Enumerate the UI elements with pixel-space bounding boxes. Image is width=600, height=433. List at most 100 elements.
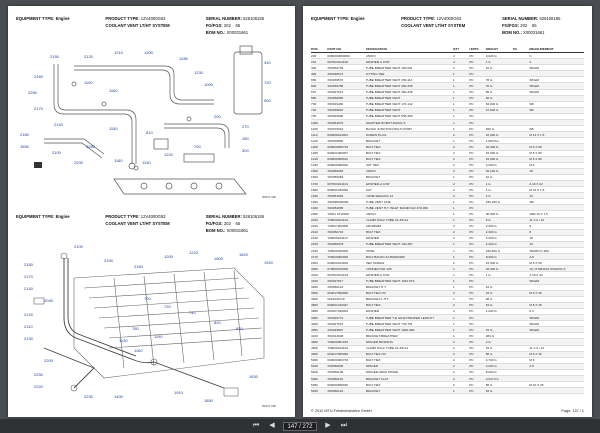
units-cell: PC bbox=[469, 248, 474, 253]
designation-cell: TUBE BREATHER VENT bbox=[365, 108, 401, 113]
weight-cell: 44 G bbox=[485, 285, 493, 290]
qty-cell: 2 bbox=[452, 236, 455, 241]
pos-cell: 2010 bbox=[311, 218, 318, 223]
callout-label: 2100 bbox=[52, 150, 62, 155]
units-cell: PC bbox=[469, 315, 474, 320]
units-cell: PC bbox=[469, 370, 474, 375]
designation-cell: BOLT HEX bbox=[365, 230, 381, 235]
system-name: COOLANT VENT LT/HT SYSTEM bbox=[105, 221, 170, 226]
units-cell: PC bbox=[469, 388, 474, 393]
qty-cell: 2 bbox=[452, 346, 455, 351]
pos-cell: 1500 bbox=[311, 169, 318, 174]
callout-label: 2200 bbox=[44, 358, 54, 363]
callout-label: 1100 bbox=[84, 80, 93, 85]
measurement-cell: M 6 X 80 bbox=[529, 144, 542, 149]
callout-label: 1800 bbox=[214, 256, 224, 261]
weight-cell: 54,000 G bbox=[485, 102, 499, 107]
callout-label: 1230 bbox=[194, 70, 204, 75]
column-header: MEASUREMENT bbox=[529, 47, 554, 51]
weight-cell: 54 G bbox=[485, 388, 493, 393]
pos-cell: 1100 bbox=[311, 126, 318, 131]
weight-cell: 16,000 G bbox=[485, 144, 499, 149]
measurement-cell: M 6 bbox=[529, 163, 535, 168]
callout-label: 1160 bbox=[134, 348, 143, 353]
next-page-icon[interactable]: ▶ bbox=[323, 421, 333, 431]
weight-cell: 2.300 G bbox=[485, 230, 497, 235]
callout-label: 810 bbox=[146, 130, 153, 135]
part-number-cell: X00029774 bbox=[327, 315, 344, 320]
diagram-svg-bottom: 2100 2150 2170 2140 2120 2110 2130 2040 … bbox=[24, 244, 277, 408]
measurement-cell: SB bbox=[529, 108, 534, 113]
measurement-cell: M 6 X 80 bbox=[529, 151, 542, 156]
callout-label: 900 bbox=[264, 98, 271, 103]
pos-cell: 1110 bbox=[311, 132, 318, 137]
designation-cell: SPACER bbox=[365, 364, 379, 369]
weight-cell: 15 G bbox=[485, 291, 493, 296]
weight-cell: 2,200 G bbox=[485, 163, 497, 168]
system-name: COOLANT VENT LT/HT SYSTEM bbox=[105, 23, 170, 28]
qty-cell: 2 bbox=[452, 144, 455, 149]
measurement-cell: SB EM bbox=[529, 90, 540, 95]
weight-cell: 284 G bbox=[485, 333, 495, 338]
units-cell: PC bbox=[469, 126, 474, 131]
qty-cell: 2 bbox=[452, 309, 455, 314]
measurement-cell: 11 X 9 / 12 bbox=[529, 346, 545, 351]
pos-cell: 2150 bbox=[311, 242, 318, 247]
qty-cell: 2 bbox=[452, 163, 455, 168]
pos-cell: 1205 bbox=[311, 151, 318, 156]
table-row: 5400 X00050122 BRACKET 1 PC 54 G bbox=[311, 388, 584, 395]
weight-cell: 78 G bbox=[485, 77, 493, 82]
weight-cell: 78 G bbox=[485, 84, 493, 89]
pos-cell: 1700 bbox=[311, 181, 318, 186]
callout-label: 300 bbox=[242, 148, 249, 153]
callout-label: 1210 bbox=[114, 50, 124, 55]
designation-cell: NUT bbox=[365, 187, 372, 192]
previous-page-icon[interactable]: ◀ bbox=[267, 421, 277, 431]
designation-cell: CLAMP HALF TUBE 31-3/8-12 bbox=[365, 346, 409, 351]
bom-value: X00031661 bbox=[226, 228, 249, 233]
weight-cell: 2.300 G bbox=[485, 242, 497, 247]
designation-cell: WASHER-A COP bbox=[365, 59, 390, 64]
callout-label: 2160 bbox=[134, 264, 144, 269]
measurement-cell: 4 bbox=[529, 59, 532, 64]
product-value: 12V4000G63 bbox=[140, 214, 166, 219]
part-number-cell: 007603014101 bbox=[327, 181, 349, 186]
callout-label: 2110 bbox=[24, 324, 33, 329]
qty-cell: 4 bbox=[452, 53, 455, 58]
measurement-cell: 10 bbox=[529, 236, 533, 241]
callout-label: 1220 bbox=[164, 152, 174, 157]
designation-cell: HOSE bbox=[365, 248, 375, 253]
designation-cell: TUBE BREATHER VENT 174-142 bbox=[365, 102, 413, 107]
first-page-icon[interactable]: ⏮ bbox=[251, 421, 261, 431]
part-number-cell: X00035574 bbox=[327, 71, 344, 76]
page-footer: © 2012 MTU Friedrichshafen GmbH Page: 13… bbox=[311, 409, 584, 413]
weight-cell: 2,200 G bbox=[485, 364, 497, 369]
pos-cell: 1900 bbox=[311, 199, 318, 204]
designation-cell: BOLT HEX bbox=[365, 157, 381, 162]
units-cell: PC bbox=[469, 53, 474, 58]
callout-label: 1830 bbox=[249, 374, 259, 379]
callout-label: 1280 bbox=[179, 56, 189, 61]
part-number-cell: X00050743 bbox=[327, 230, 344, 235]
pos-cell: 1600 bbox=[311, 175, 318, 180]
callout-label: 1850 bbox=[204, 398, 214, 403]
product-label: PRODUCT TYPE: bbox=[401, 16, 436, 21]
measurement-cell: M 6 X 30 bbox=[529, 352, 542, 357]
weight-cell: 91 G bbox=[485, 65, 493, 70]
callout-label: 740 bbox=[189, 310, 196, 315]
weight-cell: 47,000 G bbox=[485, 108, 499, 113]
designation-cell: GROMMET bbox=[365, 224, 382, 229]
units-cell: PC bbox=[469, 138, 474, 143]
equipment-value: Engine bbox=[350, 16, 365, 21]
qty-cell: 2 bbox=[452, 157, 455, 162]
callout-label: 2190 bbox=[104, 258, 114, 263]
units-cell: PC bbox=[469, 59, 474, 64]
pos-cell: 3850 bbox=[311, 309, 318, 314]
measurement-cell: M 6 X 80 bbox=[529, 157, 542, 162]
qty-cell: 2 bbox=[452, 303, 455, 308]
units-cell: PC bbox=[469, 163, 474, 168]
pos-cell: 2170 bbox=[311, 254, 318, 259]
designation-cell: BRACKET H.T. bbox=[365, 285, 387, 290]
page-number-field[interactable]: 147 / 272 bbox=[283, 421, 317, 431]
last-page-icon[interactable]: ⏭ bbox=[339, 421, 349, 431]
